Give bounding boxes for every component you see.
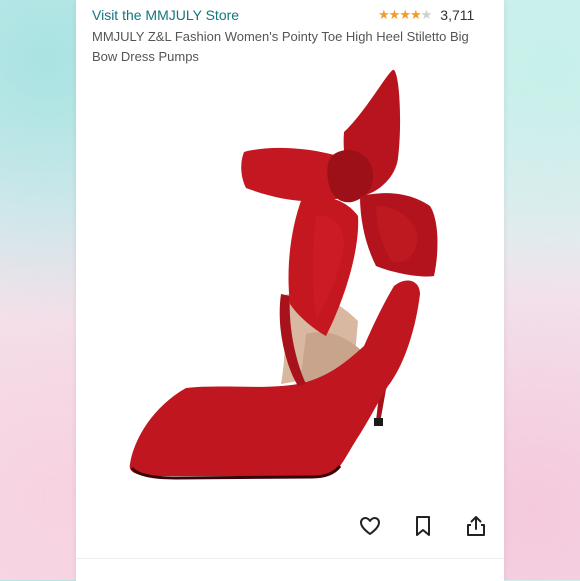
bookmark-icon [416, 516, 430, 536]
action-bar [76, 495, 504, 557]
review-count[interactable]: 3,711 [440, 6, 474, 24]
star-icon: ★ [388, 7, 401, 22]
star-icon: ★ [378, 7, 390, 22]
footer-divider [76, 558, 504, 581]
save-button[interactable] [408, 511, 438, 541]
star-icon: ★ [399, 7, 411, 22]
product-card: Visit the MMJULY Store ★★★★★ 3,711 MMJUL… [76, 0, 504, 581]
store-link[interactable]: Visit the MMJULY Store [92, 7, 239, 23]
star-rating: ★★★★★ [378, 6, 433, 24]
heart-button[interactable] [355, 511, 385, 541]
heart-icon [360, 517, 380, 535]
star-empty-icon: ★ [420, 7, 433, 22]
share-icon [467, 516, 485, 536]
product-image[interactable] [76, 66, 504, 492]
share-button[interactable] [461, 511, 491, 541]
shoe-illustration [129, 69, 438, 480]
rating[interactable]: ★★★★★ 3,711 [378, 6, 474, 24]
star-icon: ★ [409, 7, 422, 22]
product-title: MMJULY Z&L Fashion Women's Pointy Toe Hi… [92, 29, 469, 64]
product-header: Visit the MMJULY Store ★★★★★ 3,711 MMJUL… [76, 0, 504, 66]
